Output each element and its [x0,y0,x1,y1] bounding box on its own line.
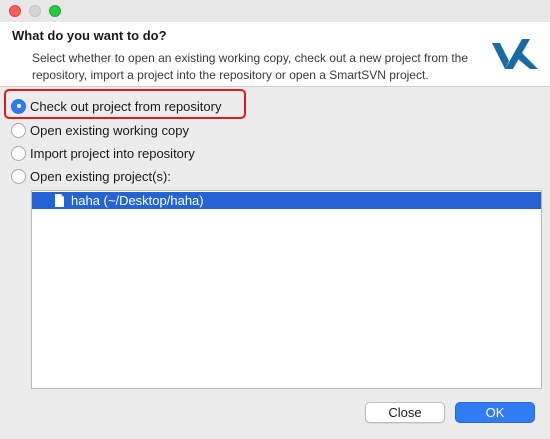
radio-unchecked-icon[interactable] [11,122,26,138]
window-close-button[interactable] [9,5,21,17]
window-titlebar [0,0,550,22]
dialog-header: What do you want to do? Select whether t… [0,22,550,87]
radio-unchecked-icon[interactable] [11,145,26,161]
option-checkout-label: Check out project from repository [30,98,222,114]
close-button[interactable]: Close [365,402,445,423]
list-item[interactable]: haha (~/Desktop/haha) [32,192,541,209]
option-open-working-copy[interactable]: Open existing working copy [11,121,189,139]
window-minimize-button[interactable] [29,5,41,17]
dialog-description: Select whether to open an existing worki… [32,51,469,82]
list-item-label: haha (~/Desktop/haha) [71,193,204,208]
file-icon [55,194,64,207]
dialog-title: What do you want to do? [12,28,167,43]
ok-button[interactable]: OK [455,402,535,423]
radio-checked-icon[interactable] [11,98,26,114]
window-maximize-button[interactable] [49,5,61,17]
radio-unchecked-icon[interactable] [11,168,26,184]
option-open-projects[interactable]: Open existing project(s): [11,167,171,185]
option-import[interactable]: Import project into repository [11,144,195,162]
smartsvn-logo-icon [492,39,538,69]
option-open-projects-label: Open existing project(s): [30,168,171,184]
option-checkout[interactable]: Check out project from repository [11,97,221,115]
project-list[interactable]: haha (~/Desktop/haha) [31,190,542,389]
option-open-working-copy-label: Open existing working copy [30,122,189,138]
option-import-label: Import project into repository [30,145,195,161]
